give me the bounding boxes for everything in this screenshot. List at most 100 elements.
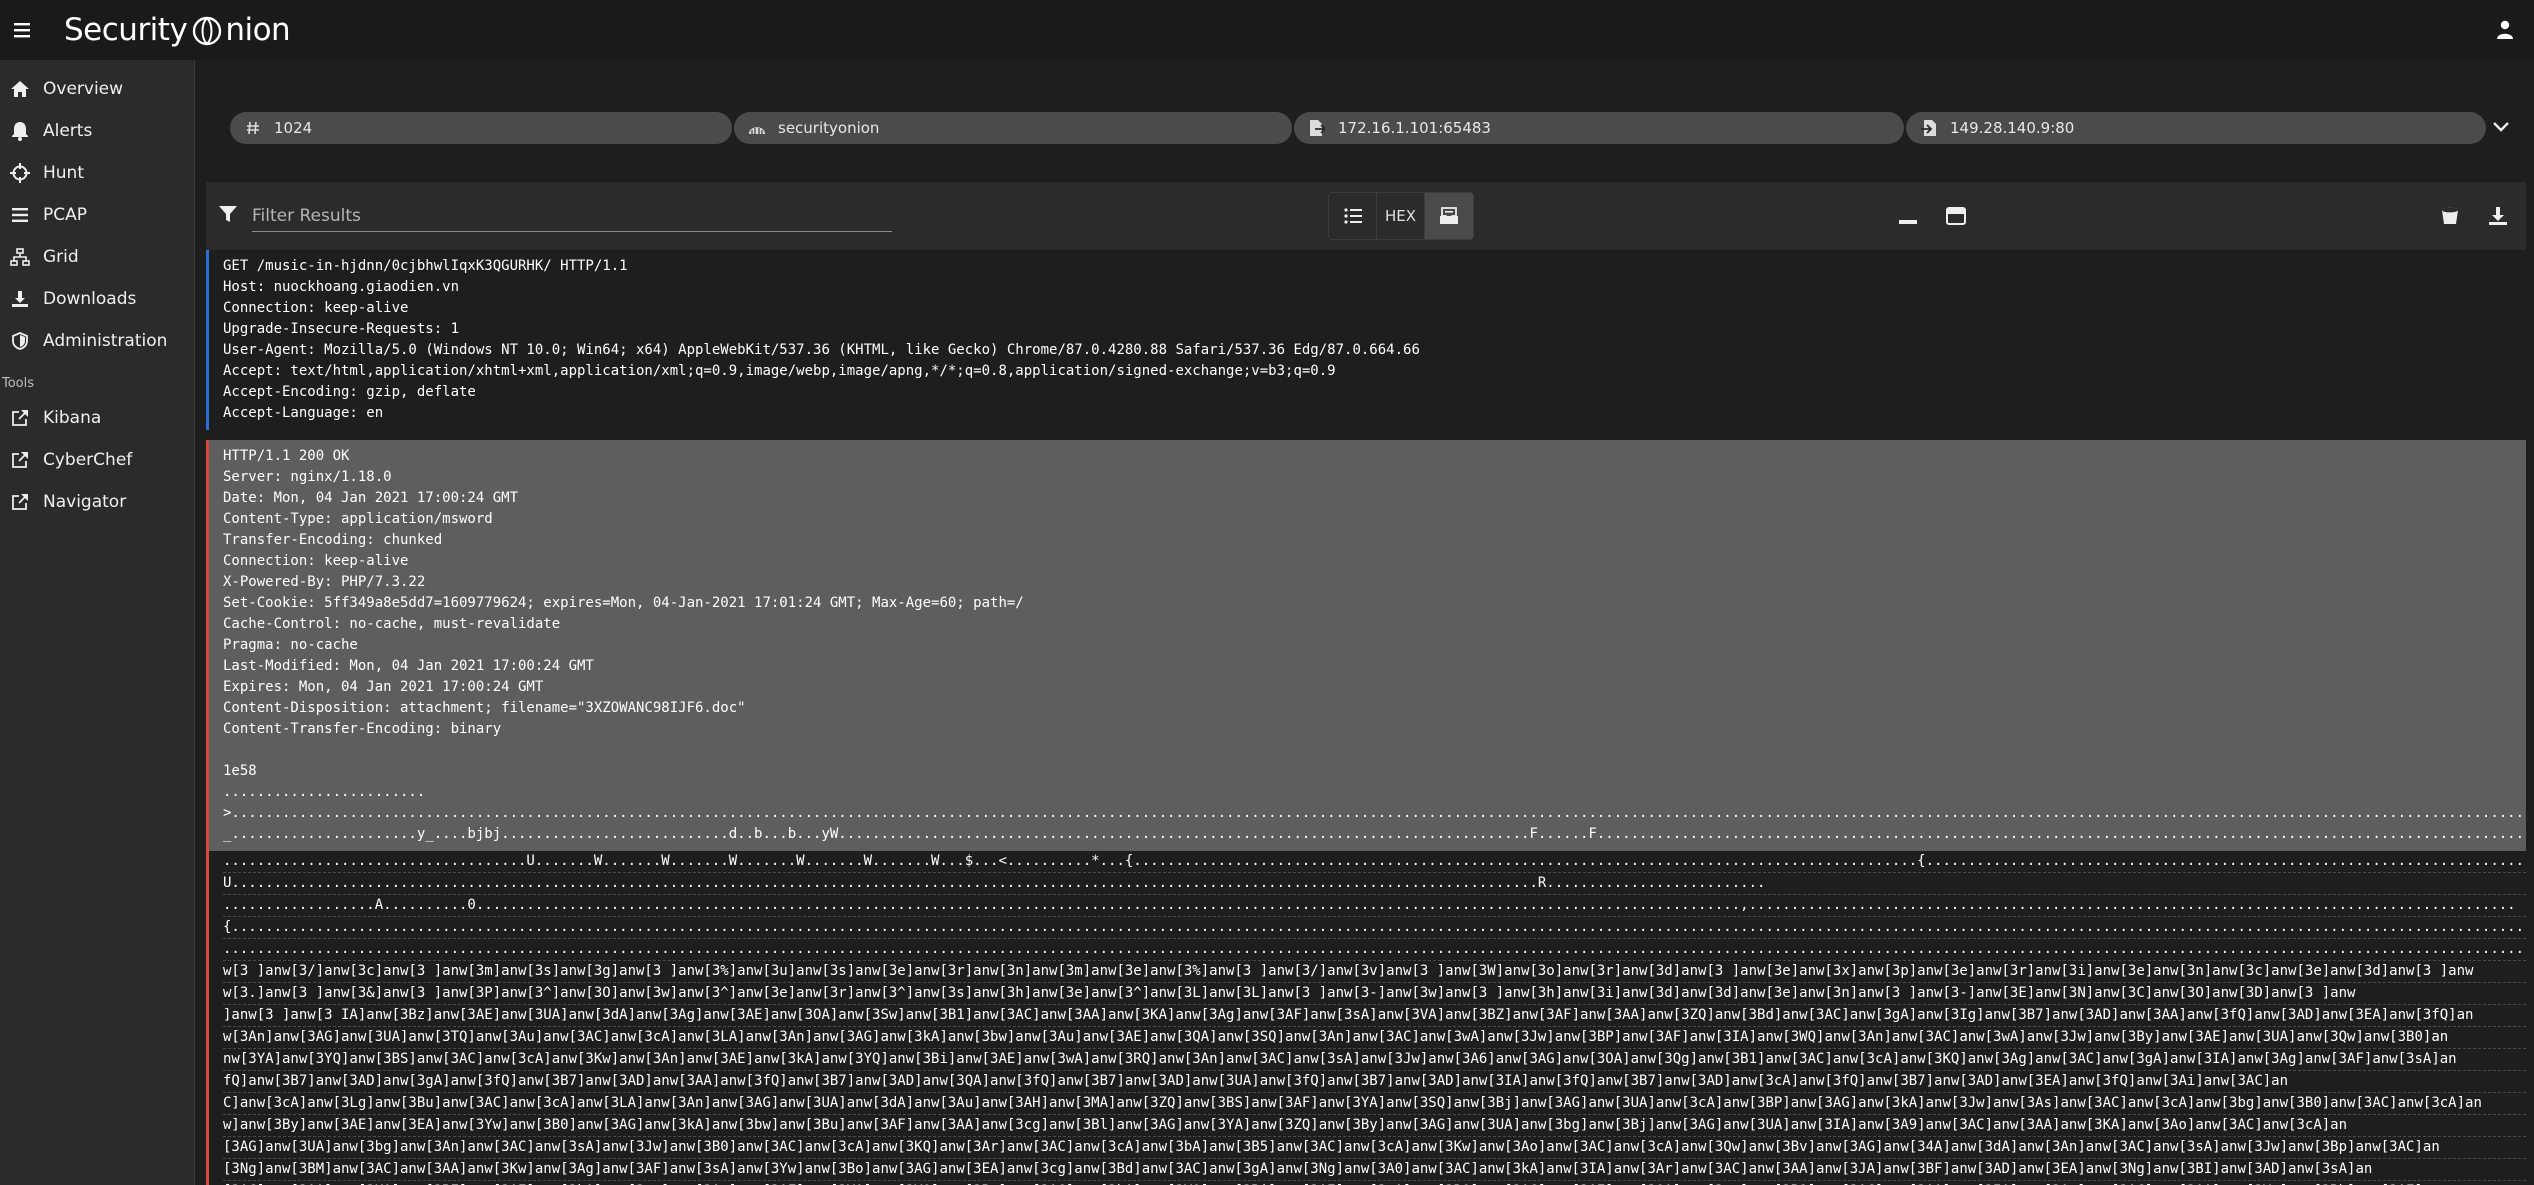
list-icon xyxy=(1343,208,1362,224)
sidebar-item-alerts[interactable]: Alerts xyxy=(0,110,194,152)
filter-results-input[interactable] xyxy=(252,200,892,232)
transcript-line: Set-Cookie: 5ff349a8e5dd7=1609779624; ex… xyxy=(223,595,1024,611)
transcript-line: w]anw[3By]anw[3AE]anw[3EA]anw[3Yw]anw[3B… xyxy=(223,1115,2526,1137)
chip-count[interactable]: 1024 xyxy=(230,112,732,144)
transcript-line: nw[3YA]anw[3YQ]anw[3BS]anw[3AC]anw[3cA]a… xyxy=(223,1049,2526,1071)
connection-info-chips: 1024 securityonion 172.16.1.101:65483 14… xyxy=(230,112,2510,144)
sidebar-item-label: Alerts xyxy=(43,121,93,141)
sensor-icon xyxy=(748,119,766,137)
transcript-line: w[3An]anw[3AG]anw[3UA]anw[3TQ]anw[3Au]an… xyxy=(223,1027,2526,1049)
expand-details-button[interactable] xyxy=(2488,114,2514,140)
transcript-line: Content-Transfer-Encoding: binary xyxy=(223,721,502,737)
sidebar-item-grid[interactable]: Grid xyxy=(0,236,194,278)
binary-data-block: ....................................U...… xyxy=(206,851,2526,1185)
sidebar-item-label: Hunt xyxy=(43,163,84,183)
transcript-line: _......................y_....bjbj.......… xyxy=(223,826,2526,842)
chevron-down-icon xyxy=(2493,122,2509,132)
brand-text-prefix: Security xyxy=(64,12,188,48)
transcript-line: {.......................................… xyxy=(223,917,2526,939)
bell-icon xyxy=(9,120,31,142)
sidebar-item-label: Navigator xyxy=(43,492,127,512)
chip-source[interactable]: 172.16.1.101:65483 xyxy=(1294,112,1904,144)
sidebar-item-pcap[interactable]: PCAP xyxy=(0,194,194,236)
sidebar-item-kibana[interactable]: Kibana xyxy=(0,397,194,439)
user-icon xyxy=(2497,20,2513,39)
download-icon xyxy=(9,288,31,310)
list-icon xyxy=(9,204,31,226)
destination-icon xyxy=(1920,119,1938,137)
transcript-line: Content-Disposition: attachment; filenam… xyxy=(223,700,746,716)
crosshairs-icon xyxy=(9,162,31,184)
pcap-toolbar: HEX xyxy=(206,182,2526,250)
brand-logo[interactable]: Security nion xyxy=(64,12,291,48)
transcript-line: Accept-Language: en xyxy=(223,405,384,421)
bucket-icon xyxy=(2442,207,2458,224)
external-link-icon xyxy=(9,449,31,471)
chip-value: securityonion xyxy=(778,119,880,137)
sitemap-icon xyxy=(9,246,31,268)
transcript-line: w[3 ]anw[3/]anw[3c]anw[3 ]anw[3m]anw[3s]… xyxy=(223,961,2526,983)
sidebar-item-administration[interactable]: Administration xyxy=(0,320,194,362)
sidebar-item-label: Overview xyxy=(43,79,124,99)
sidebar-item-label: Kibana xyxy=(43,408,102,428)
source-icon xyxy=(1308,119,1326,137)
transcript-line: [3Ng]anw[3BM]anw[3AC]anw[3AA]anw[3Kw]anw… xyxy=(223,1159,2526,1181)
transcript-line: GET /music-in-hjdnn/0cjbhwlIqxK3QGURHK/ … xyxy=(223,258,628,274)
brand-text-suffix: nion xyxy=(225,12,291,48)
view-mode-toggle: HEX xyxy=(1328,192,1474,240)
transcript-line: [3AG]anw[3UA]anw[3bg]anw[3An]anw[3AC]anw… xyxy=(223,1137,2526,1159)
transcript-line: Server: nginx/1.18.0 xyxy=(223,469,392,485)
user-account-button[interactable] xyxy=(2490,15,2520,45)
transcript-line: Accept: text/html,application/xhtml+xml,… xyxy=(223,363,1336,379)
request-block: GET /music-in-hjdnn/0cjbhwlIqxK3QGURHK/ … xyxy=(206,250,2526,430)
transcript-line: Host: nuockhoang.giaodien.vn xyxy=(223,279,460,295)
collapse-all-button[interactable] xyxy=(1894,202,1922,230)
transcript-line: Pragma: no-cache xyxy=(223,637,358,653)
transcript-line: 1e58 xyxy=(223,763,257,779)
chip-value: 172.16.1.101:65483 xyxy=(1338,119,1491,137)
sidebar-item-hunt[interactable]: Hunt xyxy=(0,152,194,194)
transcript-line: U.......................................… xyxy=(223,873,2526,895)
view-transcript-button[interactable] xyxy=(1425,193,1473,239)
response-block: HTTP/1.1 200 OK Server: nginx/1.18.0 Date:… xyxy=(206,440,2526,851)
expand-all-button[interactable] xyxy=(1942,202,1970,230)
external-link-icon xyxy=(9,491,31,513)
packet-transcript: GET /music-in-hjdnn/0cjbhwlIqxK3QGURHK/ … xyxy=(206,250,2526,1185)
sidebar-item-overview[interactable]: Overview xyxy=(0,68,194,110)
sidebar: Overview Alerts Hunt PCAP Grid Downloads xyxy=(0,60,195,1185)
transcript-line: >.......................................… xyxy=(223,805,2526,821)
main-content: 1024 securityonion 172.16.1.101:65483 14… xyxy=(196,60,2534,1185)
filter-icon xyxy=(218,204,240,226)
transcript-line: Last-Modified: Mon, 04 Jan 2021 17:00:24… xyxy=(223,658,594,674)
download-button[interactable] xyxy=(2484,202,2512,230)
sidebar-item-label: PCAP xyxy=(43,205,88,225)
transcript-line: ........................................… xyxy=(223,939,2526,961)
sidebar-item-navigator[interactable]: Navigator xyxy=(0,481,194,523)
home-icon xyxy=(9,78,31,100)
download-pcap-button[interactable] xyxy=(2436,202,2464,230)
transcript-line: Connection: keep-alive xyxy=(223,553,409,569)
sidebar-item-label: CyberChef xyxy=(43,450,133,470)
view-list-button[interactable] xyxy=(1329,193,1377,239)
sidebar-item-downloads[interactable]: Downloads xyxy=(0,278,194,320)
transcript-line: Expires: Mon, 04 Jan 2021 17:00:24 GMT xyxy=(223,679,544,695)
transcript-line: HTTP/1.1 200 OK xyxy=(223,448,350,464)
transcript-line: ]anw[3 ]anw[3 IA]anw[3Bz]anw[3AE]anw[3UA… xyxy=(223,1005,2526,1027)
chip-sensor[interactable]: securityonion xyxy=(734,112,1292,144)
transcript-line: Transfer-Encoding: chunked xyxy=(223,532,443,548)
view-hex-button[interactable]: HEX xyxy=(1377,193,1425,239)
transcript-line: ..................A..........0..........… xyxy=(223,895,2526,917)
transcript-line: User-Agent: Mozilla/5.0 (Windows NT 10.0… xyxy=(223,342,1420,358)
hash-icon xyxy=(244,119,262,137)
transcript-line: Date: Mon, 04 Jan 2021 17:00:24 GMT xyxy=(223,490,519,506)
sidebar-item-cyberchef[interactable]: CyberChef xyxy=(0,439,194,481)
transcript-line: w[3.]anw[3 ]anw[3&]anw[3 ]anw[3P]anw[3^]… xyxy=(223,983,2526,1005)
transcript-line: Content-Type: application/msword xyxy=(223,511,493,527)
transcript-line: ........................ xyxy=(223,784,426,800)
mailbox-icon xyxy=(1440,207,1458,224)
menu-button[interactable] xyxy=(0,0,44,60)
top-app-bar: Security nion xyxy=(0,0,2534,60)
onion-logo-icon xyxy=(189,12,225,48)
chip-destination[interactable]: 149.28.140.9:80 xyxy=(1906,112,2486,144)
shield-icon xyxy=(9,330,31,352)
